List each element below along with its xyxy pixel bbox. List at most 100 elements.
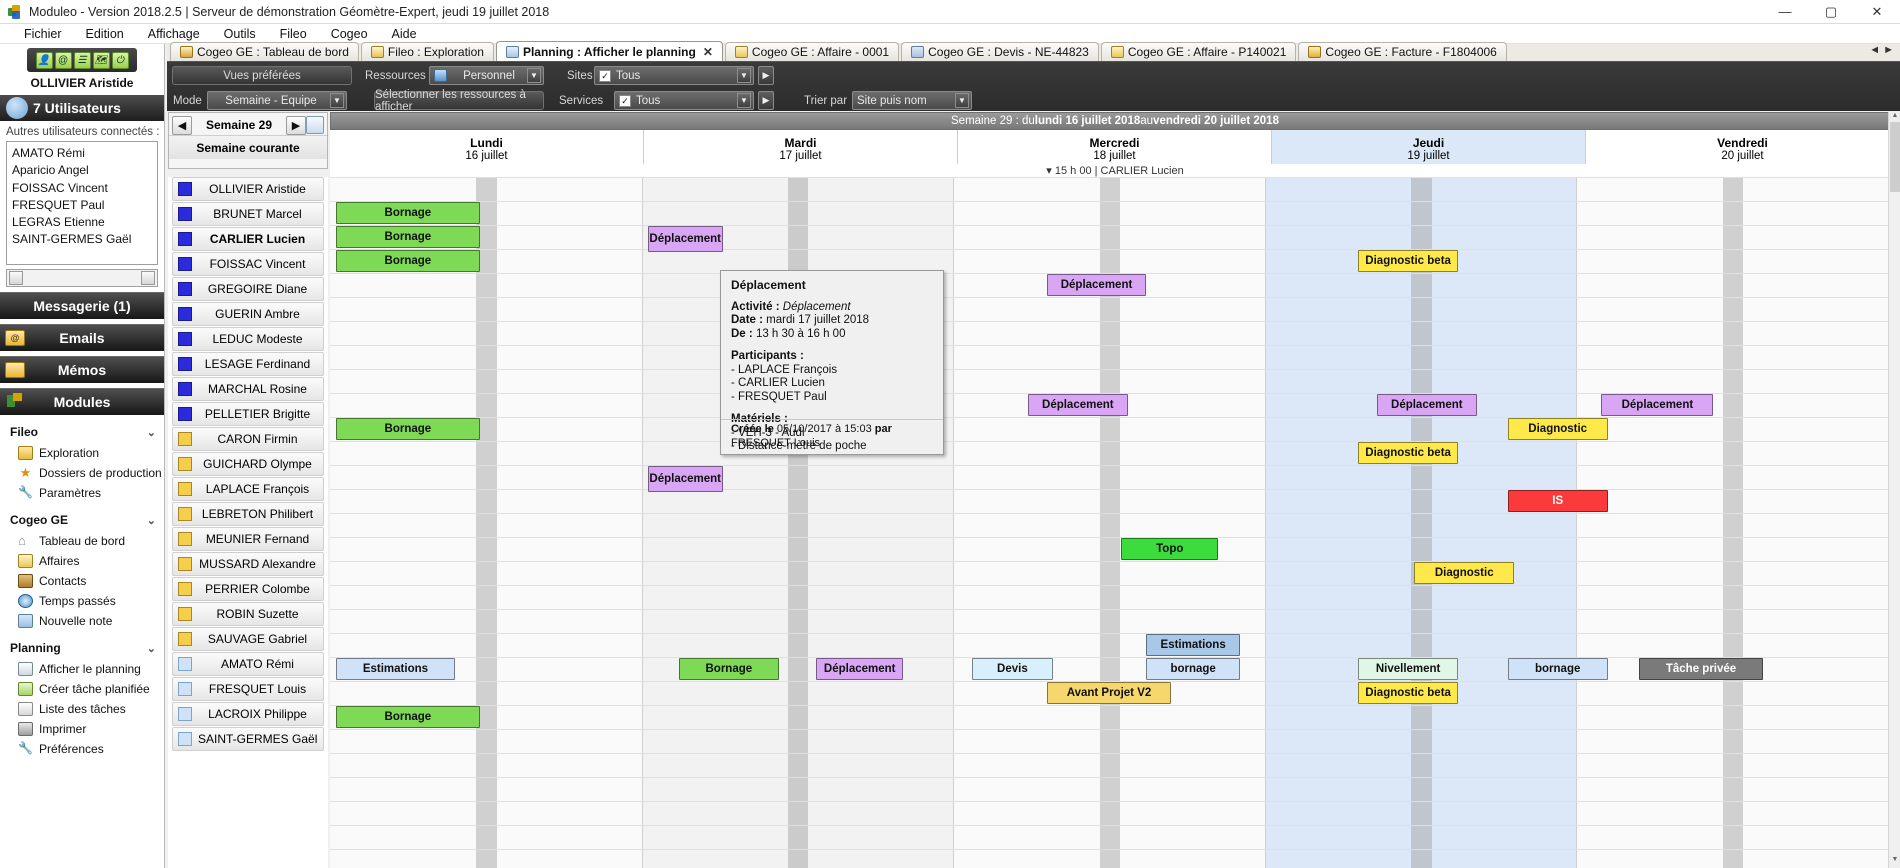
resource-row[interactable]: LACROIX Philippe — [172, 702, 324, 726]
sidebar-item-parametres[interactable]: 🔧 Paramètres — [0, 483, 164, 503]
sites-select[interactable]: ✓ Tous ▼ — [594, 66, 754, 85]
next-week-button[interactable]: ▶ — [286, 116, 306, 135]
resource-row[interactable]: GUERIN Ambre — [172, 302, 324, 326]
mode-select[interactable]: Semaine - Equipe ▼ — [207, 91, 347, 110]
planning-task-block[interactable]: IS — [1508, 490, 1608, 512]
resource-row[interactable]: LEDUC Modeste — [172, 327, 324, 351]
resource-row[interactable]: PELLETIER Brigitte — [172, 402, 324, 426]
sidebar-item-exploration[interactable]: Exploration — [0, 443, 164, 463]
chevron-down-icon[interactable]: ▼ — [737, 93, 751, 108]
planning-task-block[interactable]: Diagnostic — [1508, 418, 1608, 440]
sidebar-item-nouvelle-note[interactable]: Nouvelle note — [0, 611, 164, 631]
resource-row[interactable]: LAPLACE François — [172, 477, 324, 501]
planning-task-block[interactable]: Déplacement — [1377, 394, 1477, 416]
resource-row[interactable]: GREGOIRE Diane — [172, 277, 324, 301]
planning-task-block[interactable]: Bornage — [336, 226, 479, 248]
minimize-button[interactable]: — — [1762, 0, 1808, 24]
chevron-down-icon[interactable]: ▼ — [330, 93, 344, 108]
maximize-button[interactable]: ▢ — [1808, 0, 1854, 24]
preferred-views-button[interactable]: Vues préférées — [172, 66, 352, 85]
tab-fileo-exploration[interactable]: Fileo : Exploration — [361, 42, 494, 61]
prev-week-button[interactable]: ◀ — [172, 116, 192, 135]
sites-go-button[interactable]: ▶ — [758, 66, 774, 85]
sidebar-item-preferences[interactable]: 🔧 Préférences — [0, 739, 164, 759]
calendar-picker-icon[interactable] — [306, 116, 324, 134]
sidebar-item-emails[interactable]: @ Emails — [0, 324, 164, 351]
sidebar-item-modules[interactable]: Modules — [0, 388, 164, 415]
list-item[interactable]: SAINT-GERMES Gaël — [12, 231, 157, 248]
resource-row[interactable]: PERRIER Colombe — [172, 577, 324, 601]
sidebar-item-memos[interactable]: Mémos — [0, 356, 164, 383]
sidebar-item-tableau-de-bord[interactable]: ⌂ Tableau de bord — [0, 531, 164, 551]
section-header-planning[interactable]: Planning ⌄ — [0, 631, 164, 659]
sidebar-item-affaires[interactable]: Affaires — [0, 551, 164, 571]
day-header-vendredi[interactable]: Vendredi 20 juillet — [1586, 130, 1900, 167]
checkbox-icon[interactable]: ✓ — [599, 70, 611, 82]
sidebar-item-contacts[interactable]: Contacts — [0, 571, 164, 591]
tab-cogeo-affaire-0001[interactable]: Cogeo GE : Affaire - 0001 — [725, 42, 899, 61]
planning-task-block[interactable]: Tâche privée — [1639, 658, 1764, 680]
list-item[interactable]: LEGRAS Etienne — [12, 214, 157, 231]
checkbox-icon[interactable]: ✓ — [619, 95, 631, 107]
resource-row[interactable]: ROBIN Suzette — [172, 602, 324, 626]
select-resources-button[interactable]: Sélectionner les ressources à afficher — [374, 91, 544, 110]
chevron-down-icon[interactable]: ▼ — [737, 68, 751, 83]
planning-task-block[interactable]: Avant Projet V2 — [1047, 682, 1172, 704]
list-icon[interactable]: ☰ — [74, 52, 91, 69]
tab-scroll-right-icon[interactable]: ► — [1883, 44, 1894, 56]
sidebar-item-liste-des-taches[interactable]: Liste des tâches — [0, 699, 164, 719]
planning-task-block[interactable]: bornage — [1146, 658, 1239, 680]
planning-task-block[interactable]: Déplacement — [1028, 394, 1128, 416]
close-button[interactable]: ✕ — [1854, 0, 1900, 24]
menu-fichier[interactable]: Fichier — [12, 24, 74, 44]
sidebar-item-temps-passes[interactable]: Temps passés — [0, 591, 164, 611]
planning-task-block[interactable]: Bornage — [679, 658, 779, 680]
sidebar-item-creer-tache-planifiee[interactable]: Créer tâche planifiée — [0, 679, 164, 699]
resource-row[interactable]: CARON Firmin — [172, 427, 324, 451]
scroll-down-icon[interactable]: ▼ — [1889, 856, 1900, 868]
planning-task-block[interactable]: Diagnostic — [1414, 562, 1514, 584]
sidebar-item-imprimer[interactable]: Imprimer — [0, 719, 164, 739]
planning-task-block[interactable]: Bornage — [336, 418, 479, 440]
tab-cogeo-affaire-p140021[interactable]: Cogeo GE : Affaire - P140021 — [1101, 42, 1297, 61]
sidebar-item-dossiers-production[interactable]: ★ Dossiers de production — [0, 463, 164, 483]
sidebar-item-messagerie[interactable]: Messagerie (1) — [0, 292, 164, 319]
resource-row[interactable]: CARLIER Lucien — [172, 227, 324, 251]
services-select[interactable]: ✓ Tous ▼ — [614, 91, 754, 110]
planning-task-block[interactable]: Topo — [1121, 538, 1218, 560]
resource-row[interactable]: MUSSARD Alexandre — [172, 552, 324, 576]
sidebar-item-afficher-le-planning[interactable]: Afficher le planning — [0, 659, 164, 679]
day-header-lundi[interactable]: Lundi 16 juillet — [330, 130, 644, 167]
connected-users-list[interactable]: AMATO Rémi Aparicio Angel FOISSAC Vincen… — [6, 141, 158, 265]
resource-row[interactable]: MEUNIER Fernand — [172, 527, 324, 551]
resource-row[interactable]: FRESQUET Louis — [172, 677, 324, 701]
tab-cogeo-facture-f1804006[interactable]: Cogeo GE : Facture - F1804006 — [1298, 42, 1506, 61]
chevron-down-icon[interactable]: ⌄ — [147, 514, 156, 527]
planning-task-block[interactable]: Nivellement — [1358, 658, 1458, 680]
resource-row[interactable]: OLLIVIER Aristide — [172, 177, 324, 201]
planning-task-block[interactable]: Déplacement — [816, 658, 903, 680]
services-go-button[interactable]: ▶ — [758, 91, 774, 110]
current-week-button[interactable]: Semaine courante — [169, 135, 327, 159]
planning-task-block[interactable]: Déplacement — [1601, 394, 1713, 416]
scrollbar-thumb[interactable] — [1890, 122, 1900, 192]
section-header-cogeo-ge[interactable]: Cogeo GE ⌄ — [0, 503, 164, 531]
resource-row[interactable]: MARCHAL Rosine — [172, 377, 324, 401]
planning-grid[interactable]: BornageBornageBornageBornageEstimationsB… — [330, 177, 1888, 868]
planning-task-block[interactable]: Estimations — [336, 658, 454, 680]
day-header-mercredi[interactable]: Mercredi 18 juillet — [958, 130, 1272, 167]
tab-scroll-left-icon[interactable]: ◄ — [1869, 44, 1880, 56]
planning-task-block[interactable]: Diagnostic beta — [1358, 250, 1458, 272]
menu-edition[interactable]: Edition — [74, 24, 136, 44]
chevron-down-icon[interactable]: ⌄ — [147, 642, 156, 655]
planning-task-block[interactable]: Déplacement — [648, 466, 723, 492]
planning-task-block[interactable]: Bornage — [336, 706, 479, 728]
list-item[interactable]: Aparicio Angel — [12, 162, 157, 179]
power-icon[interactable]: ⏻ — [112, 52, 129, 69]
resource-row[interactable]: GUICHARD Olympe — [172, 452, 324, 476]
resource-row[interactable]: SAUVAGE Gabriel — [172, 627, 324, 651]
day-header-jeudi[interactable]: Jeudi 19 juillet — [1272, 130, 1586, 167]
resources-select[interactable]: Personnel ▼ — [429, 66, 544, 85]
list-item[interactable]: AMATO Rémi — [12, 145, 157, 162]
vertical-scrollbar[interactable]: ▲ ▼ — [1888, 112, 1900, 868]
